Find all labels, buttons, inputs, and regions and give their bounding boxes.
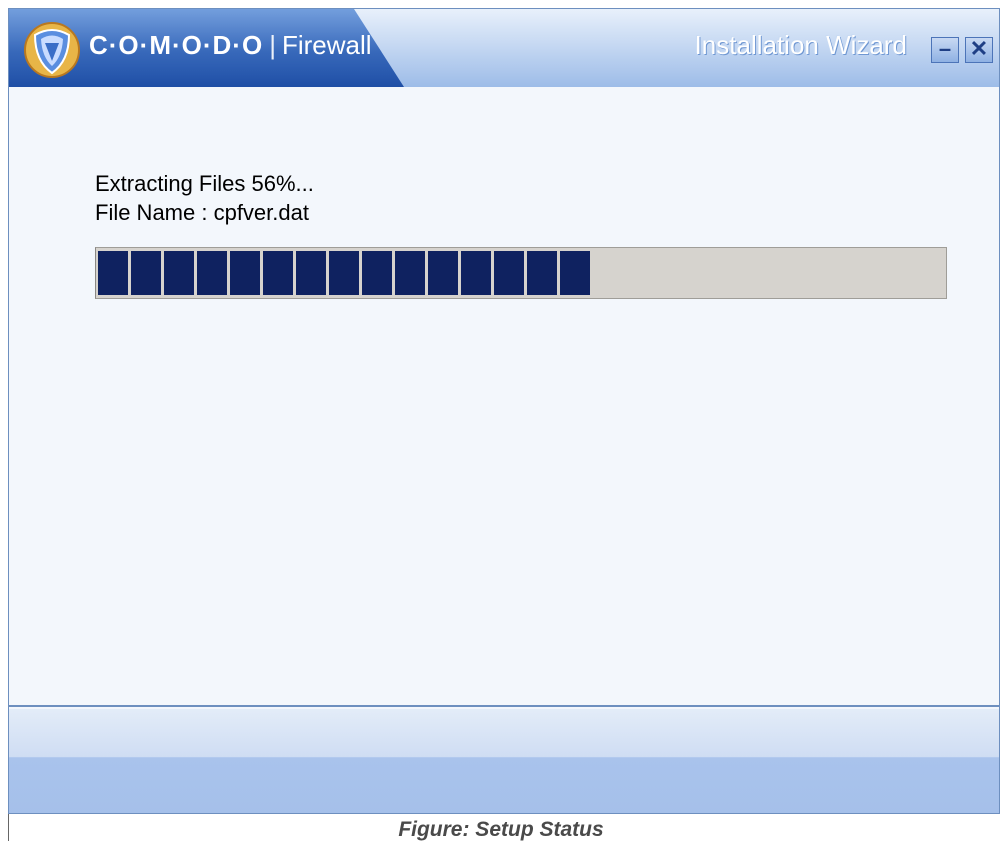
close-button[interactable]: ✕ (965, 37, 993, 63)
progress-segment (461, 251, 491, 295)
progress-segment (362, 251, 392, 295)
progress-segment (164, 251, 194, 295)
progress-segment (296, 251, 326, 295)
title-bar[interactable]: C·O·M·O·D·O | Firewall Installation Wiza… (9, 9, 999, 87)
footer-bar (9, 709, 999, 813)
progress-segment (263, 251, 293, 295)
brand-title: C·O·M·O·D·O | Firewall (89, 25, 372, 65)
progress-segment (230, 251, 260, 295)
progress-segment (560, 251, 590, 295)
progress-segment (527, 251, 557, 295)
progress-segment (197, 251, 227, 295)
extraction-status: Extracting Files 56%... (95, 171, 314, 196)
content-panel: Extracting Files 56%... File Name : cpfv… (9, 87, 999, 707)
brand-separator: | (269, 29, 276, 60)
window-title: Installation Wizard (695, 25, 907, 65)
progress-bar (95, 247, 947, 299)
progress-segment (428, 251, 458, 295)
window-title-text: Installation Wizard (694, 29, 907, 60)
figure-caption: Figure: Setup Status (398, 818, 604, 841)
progress-segment (131, 251, 161, 295)
progress-segment (395, 251, 425, 295)
installer-window: C·O·M·O·D·O | Firewall Installation Wiza… (8, 8, 1000, 814)
product-name: Firewall (281, 29, 372, 60)
progress-segment (329, 251, 359, 295)
minimize-button[interactable]: – (931, 37, 959, 63)
progress-segment (494, 251, 524, 295)
comodo-shield-icon (24, 22, 80, 78)
current-file-name: File Name : cpfver.dat (95, 200, 309, 225)
progress-segment (98, 251, 128, 295)
brand-name: C·O·M·O·D·O (89, 29, 264, 60)
